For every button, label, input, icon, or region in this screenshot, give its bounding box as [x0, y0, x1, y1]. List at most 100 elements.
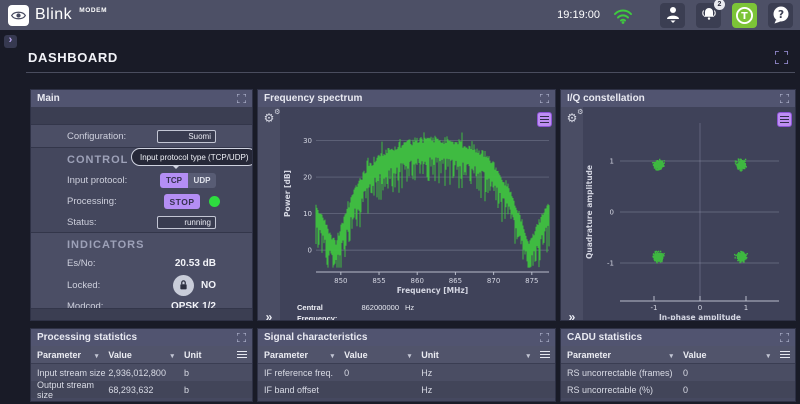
table-row[interactable]: Input stream size 2,936,012,800 b [31, 364, 252, 381]
notifications-bell-icon [701, 7, 717, 24]
table-menu-icon[interactable] [540, 351, 550, 359]
sort-caret-icon [95, 350, 99, 360]
stop-button[interactable]: STOP [164, 194, 200, 209]
brand-logo: Blink MODEM [8, 5, 106, 26]
svg-text:-1: -1 [651, 304, 658, 312]
svg-text:Frequency [MHz]: Frequency [MHz] [397, 286, 468, 295]
sort-caret-icon [766, 350, 770, 360]
collapse-drawer-icon[interactable] [266, 311, 273, 321]
target-button[interactable]: T [732, 3, 757, 28]
sidebar-toggle-button[interactable] [4, 35, 17, 48]
eye-logo-icon [8, 5, 29, 26]
svg-text:Quadrature amplitude: Quadrature amplitude [585, 165, 594, 259]
panel-iq-constellation: I/Q constellation 10-1-101In-phase ampli… [560, 89, 796, 321]
tcp-button[interactable]: TCP [160, 173, 188, 188]
column-header-value[interactable]: Value [683, 350, 780, 360]
svg-text:855: 855 [372, 277, 385, 285]
user-icon [665, 5, 681, 26]
running-status-indicator [209, 196, 220, 207]
brand-name: Blink [35, 6, 72, 24]
fullscreen-icon[interactable] [775, 51, 788, 64]
expand-icon[interactable] [237, 333, 246, 342]
table-header: Parameter Value [561, 346, 795, 364]
expand-icon[interactable] [237, 94, 246, 103]
svg-text:10: 10 [303, 210, 312, 218]
chart-menu-icon[interactable] [777, 112, 792, 127]
sort-caret-icon [669, 350, 673, 360]
svg-text:870: 870 [487, 277, 500, 285]
user-menu-button[interactable] [660, 3, 685, 28]
sort-caret-icon [331, 350, 335, 360]
protocol-segmented-control: TCP UDP [160, 173, 216, 188]
table-row[interactable]: RS uncorrectable (frames) 0 [561, 364, 795, 381]
top-bar: Blink MODEM 19:19:00 2 T ? [0, 0, 800, 30]
expand-icon[interactable] [540, 333, 549, 342]
panel-signal-characteristics: Signal characteristics Parameter Value U… [257, 328, 556, 402]
central-frequency-value: 862000000 [355, 302, 399, 321]
collapse-drawer-icon[interactable] [569, 311, 576, 321]
table-row[interactable]: RS uncorrectable (%) 0 [561, 381, 795, 398]
svg-text:Power [dB]: Power [dB] [283, 170, 292, 217]
column-header-parameter[interactable]: Parameter [264, 350, 344, 360]
input-protocol-tooltip: Input protocol type (TCP/UDP) [131, 148, 253, 166]
help-button[interactable]: ? [768, 3, 793, 28]
sort-caret-icon [526, 350, 530, 360]
locked-value: NO [201, 280, 216, 291]
central-frequency-label: Central Frequency: [297, 302, 355, 321]
column-header-unit[interactable]: Unit [421, 350, 540, 360]
svg-text:30: 30 [303, 137, 312, 145]
table-row[interactable]: IF band offset Hz [258, 381, 555, 398]
panel-main: Main Configuration: Suomi CONTROL Input … [30, 89, 253, 321]
column-header-value[interactable]: Value [108, 350, 184, 360]
indicators-heading: INDICATORS [67, 239, 252, 254]
svg-text:1: 1 [744, 304, 748, 312]
chart-menu-icon[interactable] [537, 112, 552, 127]
udp-button[interactable]: UDP [188, 173, 216, 188]
iq-constellation-chart[interactable]: 10-1-101In-phase amplitudeQuadrature amp… [583, 107, 796, 321]
panel-title-cadu-statistics: CADU statistics [567, 332, 642, 343]
expand-icon[interactable] [780, 333, 789, 342]
svg-text:-1: -1 [607, 260, 614, 268]
svg-text:0: 0 [698, 304, 702, 312]
settings-gears-icon[interactable] [264, 112, 275, 124]
panel-frequency-spectrum: Frequency spectrum 010203085085586086587… [257, 89, 556, 321]
table-row[interactable]: IF reference freq. 0 Hz [258, 364, 555, 381]
panel-title-processing-statistics: Processing statistics [37, 332, 137, 343]
help-icon: ? [771, 5, 791, 25]
column-header-value[interactable]: Value [344, 350, 421, 360]
column-header-parameter[interactable]: Parameter [37, 350, 108, 360]
divider [26, 72, 795, 73]
panel-title-signal-characteristics: Signal characteristics [264, 332, 367, 343]
table-row[interactable]: Output stream size 68,293,632 b [31, 381, 252, 398]
sort-caret-icon [170, 350, 174, 360]
column-header-parameter[interactable]: Parameter [567, 350, 683, 360]
panel-title-iq-constellation: I/Q constellation [567, 93, 645, 104]
spacer [31, 308, 252, 321]
configuration-field[interactable]: Suomi [157, 130, 216, 143]
expand-icon[interactable] [540, 94, 549, 103]
esno-label: Es/No: [67, 258, 96, 269]
expand-icon[interactable] [780, 94, 789, 103]
brand-subtitle: MODEM [79, 7, 107, 14]
table-header: Parameter Value Unit [258, 346, 555, 364]
table-menu-icon[interactable] [780, 351, 790, 359]
table-menu-icon[interactable] [237, 351, 247, 359]
table-header: Parameter Value Unit [31, 346, 252, 364]
svg-text:0: 0 [308, 247, 312, 255]
frequency-spectrum-chart[interactable]: 0102030850855860865870875Frequency [MHz]… [280, 107, 556, 300]
panel-title-frequency-spectrum: Frequency spectrum [264, 93, 362, 104]
settings-gears-icon[interactable] [567, 112, 578, 124]
status-field[interactable]: running [157, 216, 216, 229]
target-icon: T [734, 5, 755, 26]
sort-caret-icon [408, 350, 412, 360]
locked-label: Locked: [67, 280, 100, 291]
svg-text:?: ? [777, 9, 783, 21]
panel-cadu-statistics: CADU statistics Parameter Value RS uncor… [560, 328, 796, 402]
svg-text:20: 20 [303, 174, 312, 182]
notifications-button[interactable]: 2 [696, 3, 721, 28]
svg-text:1: 1 [610, 158, 614, 166]
column-header-unit[interactable]: Unit [184, 350, 237, 360]
configuration-label: Configuration: [67, 131, 126, 142]
svg-text:865: 865 [449, 277, 462, 285]
svg-text:875: 875 [525, 277, 538, 285]
